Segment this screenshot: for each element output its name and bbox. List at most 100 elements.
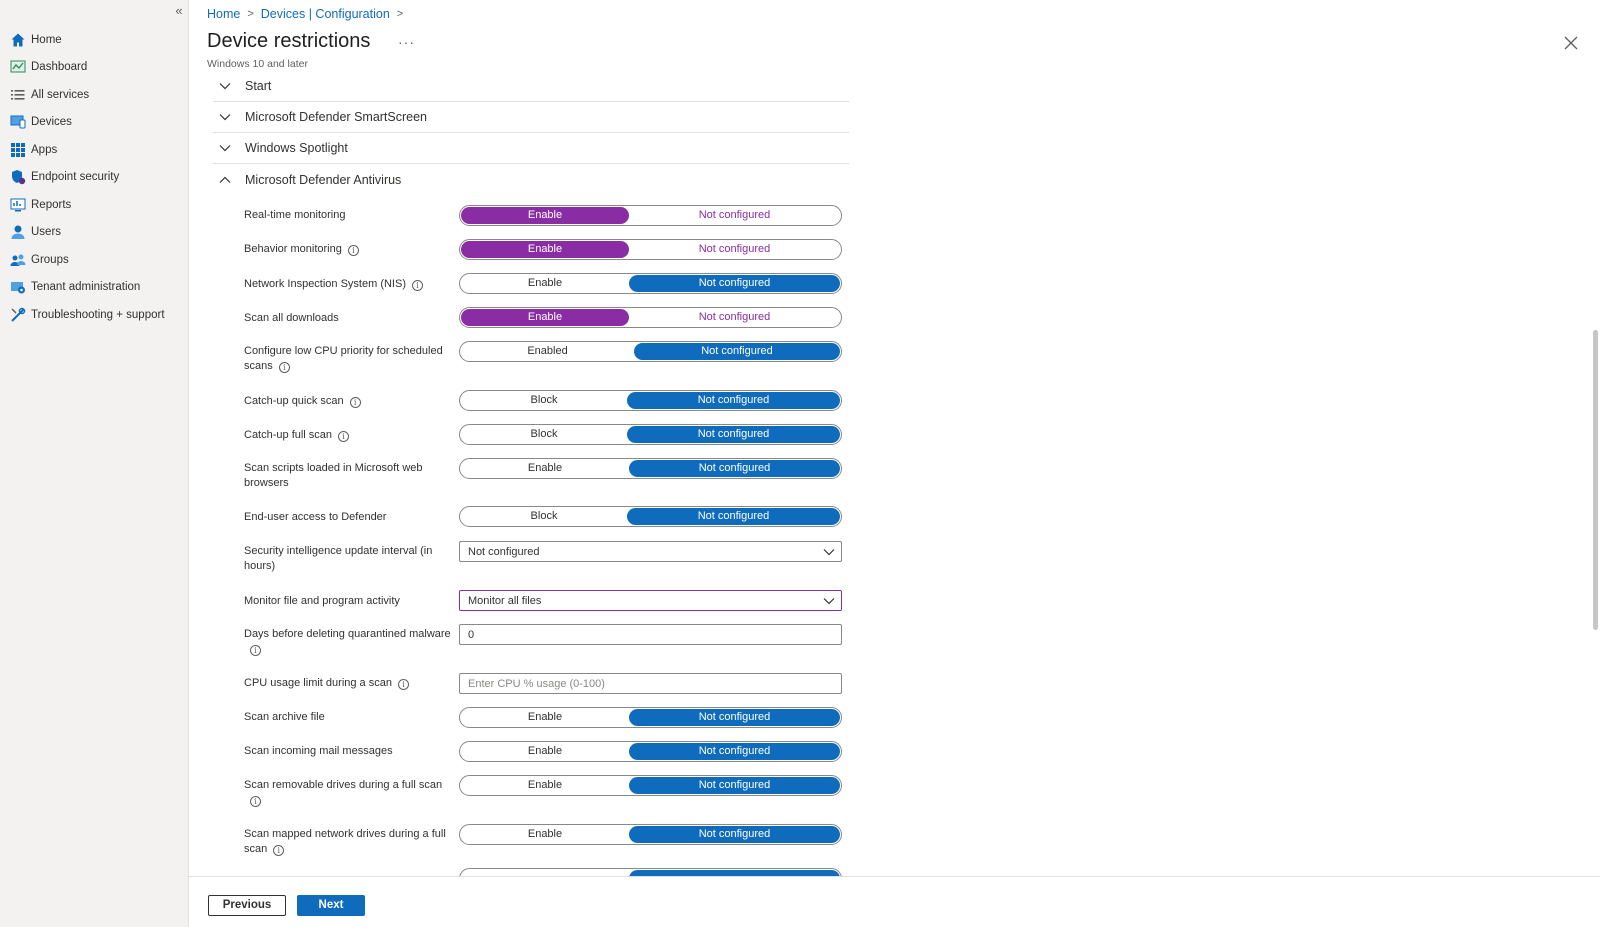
toggle-option-enable[interactable]: Enable: [461, 743, 629, 760]
toggle-option-not-configured[interactable]: Not configured: [627, 508, 840, 525]
page-subtitle: Windows 10 and later: [207, 58, 308, 70]
low-cpu-priority-toggle[interactable]: Enabled Not configured: [459, 341, 842, 362]
catchup-quick-scan-toggle[interactable]: Block Not configured: [459, 390, 842, 411]
toggle-option-not-configured[interactable]: Not configured: [629, 241, 840, 258]
reports-icon: [10, 197, 26, 213]
info-icon[interactable]: i: [338, 431, 350, 442]
toggle-option-not-configured[interactable]: Not configured: [629, 309, 840, 326]
scan-mail-toggle[interactable]: Enable Not configured: [459, 741, 842, 762]
info-icon[interactable]: i: [278, 362, 290, 373]
sidebar-item-label: Troubleshooting + support: [31, 308, 165, 321]
scan-archive-label: Scan archive file: [244, 710, 454, 725]
scrollbar-thumb[interactable]: [1593, 330, 1598, 630]
sidebar-item-users[interactable]: Users: [0, 219, 189, 247]
setting-label-text: Real-time monitoring: [244, 209, 346, 221]
toggle-option-enable[interactable]: Enable: [461, 826, 629, 843]
info-icon[interactable]: i: [250, 796, 261, 807]
realtime-monitoring-toggle[interactable]: Enable Not configured: [459, 205, 842, 226]
toggle-option-block[interactable]: Block: [461, 508, 627, 525]
scan-mapped-label: Scan mapped network drives during a full…: [244, 827, 454, 857]
scan-downloads-toggle[interactable]: Enable Not configured: [459, 307, 842, 328]
end-user-access-label: End-user access to Defender: [244, 510, 454, 525]
quarantine-days-input[interactable]: [459, 624, 842, 645]
sidebar-item-endpoint-security[interactable]: Endpoint security: [0, 164, 189, 192]
update-interval-dropdown[interactable]: Not configured: [459, 541, 842, 562]
previous-button[interactable]: Previous: [208, 895, 286, 916]
setting-label-text: Security intelligence update interval (i…: [244, 545, 433, 572]
gear-icon: [10, 279, 26, 295]
sidebar-item-label: Apps: [31, 143, 58, 156]
behavior-monitoring-label: Behavior monitoring i: [244, 242, 454, 257]
section-label: Microsoft Defender SmartScreen: [245, 110, 428, 124]
toggle-option-enable[interactable]: Enable: [461, 309, 629, 326]
sidebar-item-devices[interactable]: Devices: [0, 109, 189, 137]
sidebar-item-dashboard[interactable]: Dashboard: [0, 54, 189, 82]
end-user-access-toggle[interactable]: Block Not configured: [459, 506, 842, 527]
nis-toggle[interactable]: Enable Not configured: [459, 273, 842, 294]
setting-label-text: Scan archive file: [244, 711, 325, 723]
cpu-usage-limit-input[interactable]: [459, 673, 842, 694]
toggle-option-not-configured[interactable]: Not configured: [629, 275, 840, 292]
toggle-option-not-configured[interactable]: Not configured: [629, 743, 840, 760]
scan-scripts-toggle[interactable]: Enable Not configured: [459, 458, 842, 479]
sidebar-item-apps[interactable]: Apps: [0, 136, 189, 164]
chevron-up-icon: [219, 176, 231, 183]
info-icon[interactable]: i: [412, 280, 423, 291]
collapse-sidebar-button[interactable]: «: [172, 4, 186, 18]
scan-archive-toggle[interactable]: Enable Not configured: [459, 707, 842, 728]
sidebar-item-label: Reports: [31, 198, 72, 211]
scan-mapped-toggle[interactable]: Enable Not configured: [459, 824, 842, 845]
toggle-option-enable[interactable]: Enable: [461, 207, 629, 224]
sidebar-item-groups[interactable]: Groups: [0, 246, 189, 274]
chevron-right-icon: >: [247, 8, 254, 20]
toggle-option-enable[interactable]: Enable: [461, 709, 629, 726]
section-windows-spotlight[interactable]: Windows Spotlight: [213, 133, 849, 164]
next-button[interactable]: Next: [297, 895, 365, 916]
toggle-option-block[interactable]: Block: [461, 392, 627, 409]
more-options-button[interactable]: ···: [398, 34, 415, 50]
info-icon[interactable]: i: [349, 397, 361, 408]
toggle-option-enabled[interactable]: Enabled: [461, 343, 634, 360]
section-smartscreen[interactable]: Microsoft Defender SmartScreen: [213, 102, 849, 133]
toggle-option-not-configured[interactable]: Not configured: [627, 392, 840, 409]
toggle-option-not-configured[interactable]: Not configured: [634, 343, 840, 360]
sidebar-item-reports[interactable]: Reports: [0, 191, 189, 219]
toggle-option-enable[interactable]: Enable: [461, 275, 629, 292]
toggle-option-enable[interactable]: Enable: [461, 241, 629, 258]
toggle-option-not-configured[interactable]: Not configured: [629, 709, 840, 726]
info-icon[interactable]: i: [250, 645, 261, 656]
next-setting-toggle[interactable]: [459, 868, 842, 876]
section-defender-antivirus[interactable]: Microsoft Defender Antivirus: [213, 164, 849, 195]
sidebar-item-all-services[interactable]: All services: [0, 81, 189, 109]
section-start[interactable]: Start: [213, 76, 849, 102]
toggle-option-not-configured[interactable]: Not configured: [629, 777, 840, 794]
chevron-down-icon: [219, 145, 231, 152]
toggle-option-not-configured[interactable]: Not configured: [629, 207, 840, 224]
close-icon[interactable]: [1562, 34, 1580, 52]
chevron-right-icon: >: [396, 8, 404, 20]
info-icon[interactable]: i: [397, 679, 409, 690]
toggle-option-not-configured[interactable]: Not configured: [627, 426, 840, 443]
scan-removable-toggle[interactable]: Enable Not configured: [459, 775, 842, 796]
toggle-option-block[interactable]: Block: [461, 426, 627, 443]
sidebar-item-home[interactable]: Home: [0, 26, 189, 54]
quarantine-days-label: Days before deleting quarantined malware…: [244, 627, 454, 657]
setting-label-text: Monitor file and program activity: [244, 595, 400, 607]
toggle-option-enable[interactable]: Enable: [461, 460, 629, 477]
toggle-option-not-configured[interactable]: Not configured: [629, 826, 840, 843]
sidebar-item-troubleshooting[interactable]: Troubleshooting + support: [0, 301, 189, 329]
info-icon[interactable]: i: [347, 245, 359, 256]
toggle-option-not-configured[interactable]: Not configured: [629, 460, 840, 477]
sidebar-item-label: Tenant administration: [31, 281, 141, 294]
monitor-file-activity-dropdown[interactable]: Monitor all files: [459, 590, 842, 611]
wrench-icon: [10, 307, 26, 323]
toggle-option-enable[interactable]: Enable: [461, 777, 629, 794]
catchup-full-scan-toggle[interactable]: Block Not configured: [459, 424, 842, 445]
breadcrumb-home[interactable]: Home: [207, 7, 240, 21]
breadcrumb-devices-configuration[interactable]: Devices | Configuration: [261, 7, 390, 21]
catchup-full-scan-label: Catch-up full scan i: [244, 428, 454, 443]
sidebar-item-tenant-administration[interactable]: Tenant administration: [0, 274, 189, 302]
behavior-monitoring-toggle[interactable]: Enable Not configured: [459, 239, 842, 260]
setting-label-text: Behavior monitoring: [244, 243, 342, 255]
info-icon[interactable]: i: [273, 845, 285, 856]
